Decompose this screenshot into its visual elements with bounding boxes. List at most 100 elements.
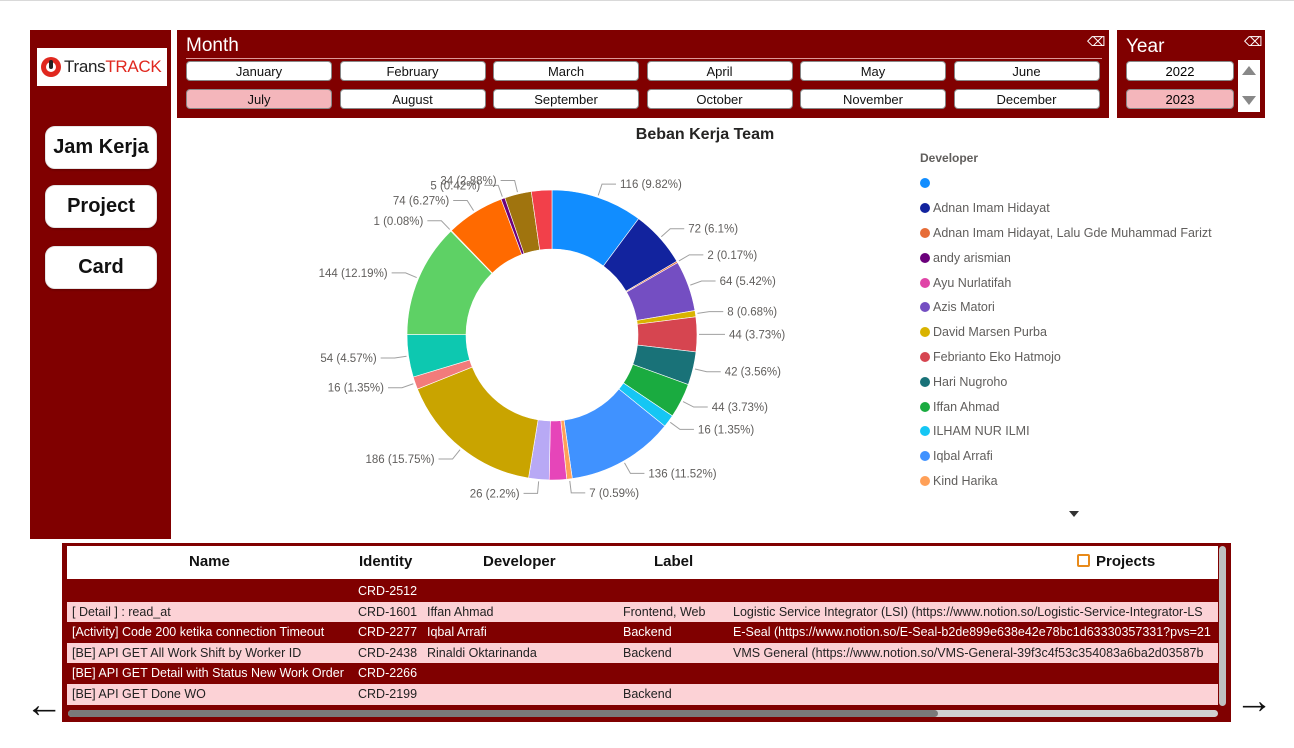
year-slicer-title: Year: [1126, 36, 1165, 57]
legend-marker: [920, 376, 930, 387]
data-label-leader: [697, 311, 724, 314]
month-option-october[interactable]: October: [646, 89, 793, 109]
card-button[interactable]: Card: [45, 246, 157, 289]
legend-marker: [920, 252, 930, 263]
month-option-august[interactable]: August: [339, 89, 486, 109]
month-slicer: Month ⌫ January February March April May June…: [177, 30, 1109, 118]
data-label: 144 (12.19%): [319, 268, 388, 280]
month-option-september[interactable]: September: [493, 89, 639, 109]
column-header-label[interactable]: Label: [654, 553, 693, 570]
month-option-may[interactable]: May: [800, 61, 946, 81]
cell-label: Backend: [623, 686, 672, 701]
data-label-leader: [453, 200, 475, 211]
table-row[interactable]: [BE] API GET Done WO CRD-2199 Backend: [67, 683, 1218, 705]
data-label-leader: [427, 220, 451, 230]
data-label: 2 (0.17%): [707, 250, 757, 262]
month-option-april[interactable]: April: [646, 61, 793, 81]
month-option-december[interactable]: December: [953, 89, 1100, 109]
legend-item[interactable]: Azis Matori: [920, 295, 1250, 320]
column-header-name[interactable]: Name: [189, 553, 230, 570]
data-label: 1 (0.08%): [374, 216, 424, 228]
month-option-july[interactable]: July: [186, 89, 332, 109]
legend-item[interactable]: Febrianto Eko Hatmojo: [920, 345, 1250, 370]
legend-item[interactable]: andy arismian: [920, 245, 1250, 270]
donut-slice[interactable]: [417, 366, 539, 479]
cell-identity: CRD-2266: [358, 666, 418, 681]
donut-chart: 116 (9.82%) 72 (6.1%) 2 (0.17%) 64 (5.42%) 8…: [319, 175, 786, 500]
data-label: 42 (3.56%): [725, 367, 781, 379]
legend-marker: [920, 178, 930, 189]
table-row[interactable]: [Activity] Code 200 ketika connection Ti…: [67, 622, 1218, 643]
legend-item[interactable]: Adnan Imam Hidayat, Lalu Gde Muhammad Fa…: [920, 221, 1250, 246]
table-horizontal-scrollbar[interactable]: [68, 710, 1218, 717]
table-row[interactable]: [BE] API GET All Work Shift by Worker ID…: [67, 642, 1218, 664]
top-divider: [0, 0, 1294, 1]
legend-label: andy arismian: [933, 250, 1011, 265]
legend-marker: [920, 426, 930, 437]
column-header-identity[interactable]: Identity: [359, 553, 412, 570]
legend-item[interactable]: David Marsen Purba: [920, 320, 1250, 345]
month-slicer-title: Month: [186, 35, 239, 56]
data-label-leader: [694, 368, 721, 373]
scroll-thumb[interactable]: [68, 710, 938, 717]
clear-selection-icon[interactable]: ⌫: [1087, 34, 1105, 50]
month-option-january[interactable]: January: [186, 61, 332, 81]
table-vertical-scrollbar[interactable]: [1219, 546, 1226, 706]
transtrack-logo: TransTRACK: [37, 48, 167, 86]
data-label: 74 (6.27%): [393, 196, 449, 208]
data-label-leader: [391, 272, 417, 279]
month-option-march[interactable]: March: [493, 61, 639, 81]
legend-more-icon[interactable]: [1069, 511, 1079, 517]
table-row[interactable]: [ Detail ] : read_at CRD-1601 Iffan Ahmad F…: [67, 601, 1218, 623]
scroll-up-icon[interactable]: [1242, 66, 1256, 75]
legend-item[interactable]: Kind Harika: [920, 469, 1250, 494]
legend-item[interactable]: Iqbal Arrafi: [920, 444, 1250, 469]
year-scrollbar[interactable]: [1238, 60, 1260, 112]
cell-identity: CRD-2199: [358, 686, 418, 701]
data-label: 186 (15.75%): [366, 454, 435, 466]
scroll-down-icon[interactable]: [1242, 96, 1256, 105]
year-option-2022[interactable]: 2022: [1126, 61, 1234, 81]
data-label: 64 (5.42%): [720, 276, 776, 288]
data-label: 7 (0.59%): [589, 488, 639, 500]
month-option-february[interactable]: February: [339, 61, 486, 81]
data-label-leader: [669, 421, 694, 430]
data-label: 44 (3.73%): [712, 402, 768, 414]
month-option-november[interactable]: November: [800, 89, 946, 109]
legend-item[interactable]: Iffan Ahmad: [920, 394, 1250, 419]
cell-name: [BE] API GET Done WO: [72, 686, 206, 701]
data-label: 26 (2.2%): [470, 488, 520, 500]
legend-label: David Marsen Purba: [933, 325, 1047, 340]
legend-item[interactable]: [920, 171, 1250, 196]
legend-marker: [920, 227, 930, 238]
legend-item[interactable]: Hari Nugroho: [920, 369, 1250, 394]
legend-label: Adnan Imam Hidayat, Lalu Gde Muhammad Fa…: [933, 225, 1212, 240]
data-label-leader: [682, 401, 708, 408]
column-header-developer[interactable]: Developer: [483, 553, 556, 570]
legend-label: Iffan Ahmad: [933, 399, 1000, 414]
legend-item[interactable]: Ayu Nurlatifah: [920, 270, 1250, 295]
back-arrow-icon[interactable]: ←: [25, 686, 63, 724]
data-label-leader: [660, 228, 685, 238]
legend-item[interactable]: Adnan Imam Hidayat: [920, 196, 1250, 221]
table-row[interactable]: [BE] API GET Detail with Status New Work…: [67, 663, 1218, 684]
forward-arrow-icon[interactable]: →: [1235, 682, 1273, 720]
month-option-june[interactable]: June: [953, 61, 1100, 81]
cell-name: [BE] API GET Detail with Status New Work…: [72, 666, 344, 681]
column-header-projects[interactable]: Projects: [1077, 553, 1155, 570]
cell-name: [BE] API GET All Work Shift by Worker ID: [72, 645, 302, 660]
legend-label: Hari Nugroho: [933, 374, 1008, 389]
project-icon: [1077, 554, 1090, 567]
cell-identity: CRD-2512: [358, 584, 418, 598]
data-label: 44 (3.73%): [729, 329, 785, 341]
cell-developer: Iffan Ahmad: [427, 604, 494, 619]
table-row[interactable]: CRD-2512: [67, 581, 1218, 602]
jam-kerja-button[interactable]: Jam Kerja: [45, 126, 157, 169]
data-label: 116 (9.82%): [620, 179, 682, 191]
legend-item[interactable]: ILHAM NUR ILMI: [920, 419, 1250, 444]
card-table: Name Identity Developer Label Projects C…: [62, 543, 1231, 722]
project-button[interactable]: Project: [45, 185, 157, 228]
data-label: 8 (0.68%): [727, 307, 777, 319]
clear-year-selection-icon[interactable]: ⌫: [1244, 34, 1262, 50]
year-option-2023[interactable]: 2023: [1126, 89, 1234, 109]
